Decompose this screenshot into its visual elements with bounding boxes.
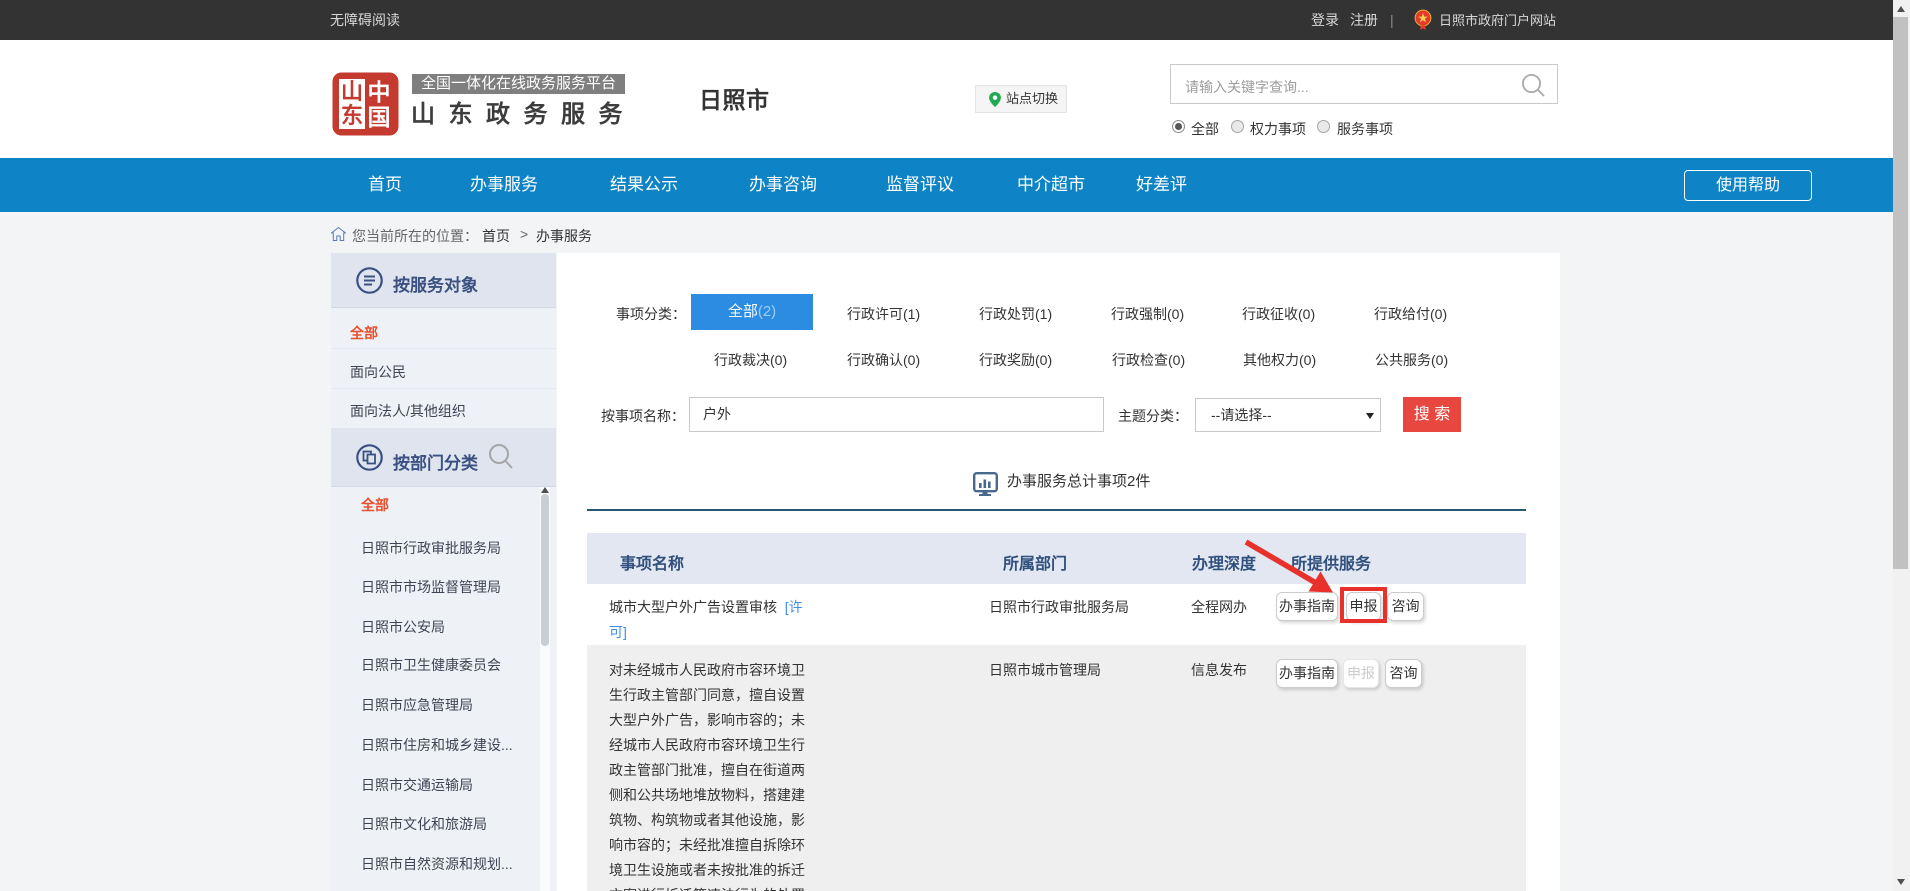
svg-text:东: 东 xyxy=(341,103,363,128)
svg-text:国: 国 xyxy=(368,105,391,130)
svg-text:山: 山 xyxy=(341,79,363,104)
svg-text:中: 中 xyxy=(368,80,391,105)
